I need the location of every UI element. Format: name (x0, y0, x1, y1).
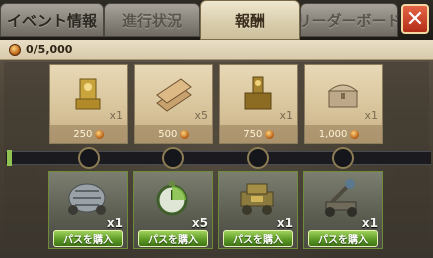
tab-progress[interactable]: 進行状況 (104, 3, 200, 37)
coin-icon (264, 130, 274, 139)
reward-item[interactable]: x1 1,000 (304, 64, 383, 144)
milestone-node (247, 147, 269, 169)
reward-quantity: x1 (109, 109, 123, 122)
pass-quantity: x1 (361, 216, 378, 230)
coin-icon (94, 130, 104, 139)
milestone-node (332, 147, 354, 169)
catapult-icon (318, 176, 366, 220)
reward-cost: 500 (158, 129, 178, 140)
pass-reward-item[interactable]: x5 パスを購入 (133, 171, 213, 249)
armored-cart-icon (63, 176, 111, 220)
close-button[interactable]: ✕ (401, 4, 429, 34)
buy-pass-button[interactable]: パスを購入 (308, 230, 378, 247)
reward-cost: 250 (73, 129, 93, 140)
tab-rewards[interactable]: 報酬 (200, 0, 300, 40)
coin-icon (179, 130, 189, 139)
reward-cost: 1,000 (318, 129, 348, 140)
reward-cost: 750 (243, 129, 263, 140)
pass-reward-item[interactable]: x1 パスを購入 (303, 171, 383, 249)
golden-tower-icon (238, 73, 278, 115)
reward-quantity: x1 (364, 109, 378, 122)
stopwatch-speedup-icon (148, 176, 196, 220)
pass-quantity: x1 (106, 216, 123, 230)
close-icon: ✕ (405, 6, 425, 32)
treasure-chest-icon (323, 73, 363, 115)
pass-reward-item[interactable]: x1 パスを購入 (218, 171, 298, 249)
pass-reward-item[interactable]: x1 パスを購入 (48, 171, 128, 249)
buy-pass-button[interactable]: パスを購入 (223, 230, 293, 247)
tab-leaderboard[interactable]: リーダーボード (300, 3, 398, 37)
milestone-node (162, 147, 184, 169)
buy-pass-button[interactable]: パスを購入 (53, 230, 123, 247)
golden-treasure-icon (68, 73, 108, 115)
tab-event-info[interactable]: イベント情報 (0, 3, 104, 37)
reward-item[interactable]: x5 500 (134, 64, 213, 144)
pass-quantity: x5 (191, 216, 208, 230)
reward-quantity: x1 (279, 109, 293, 122)
reward-item[interactable]: x1 750 (219, 64, 298, 144)
reward-item[interactable]: x1 250 (49, 64, 128, 144)
buy-pass-button[interactable]: パスを購入 (138, 230, 208, 247)
coin-icon (9, 44, 21, 56)
lumber-bundle-icon (153, 73, 193, 115)
pass-quantity: x1 (276, 216, 293, 230)
coin-icon (349, 130, 359, 139)
siege-wagon-icon (233, 176, 281, 220)
points-progress: 0/5,000 (26, 43, 73, 56)
progress-track (6, 151, 431, 165)
progress-start-marker (7, 150, 12, 166)
milestone-node (78, 147, 100, 169)
reward-quantity: x5 (194, 109, 208, 122)
